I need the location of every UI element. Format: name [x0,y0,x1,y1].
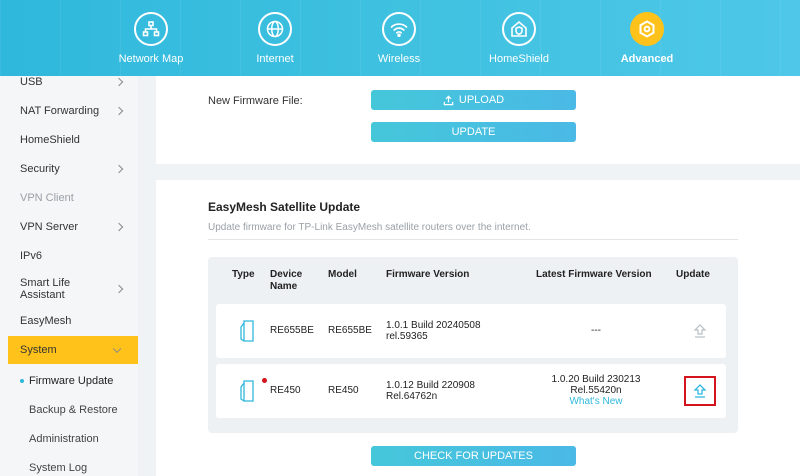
latest-firmware-line2: Rel.55420n [570,385,622,396]
nav-wireless[interactable]: Wireless [354,12,444,65]
easymesh-update-card: EasyMesh Satellite Update Update firmwar… [156,180,800,476]
network-map-icon [134,12,168,46]
sidebar-item-label: System [20,344,57,356]
device-name-cell: RE655BE [270,325,314,336]
sidebar-item-ipv6[interactable]: IPv6 [0,242,138,270]
sidebar-item-homeshield[interactable]: HomeShield [0,126,138,154]
sidebar-item-label: HomeShield [20,134,80,146]
firmware-version-line1: 1.0.1 Build 20240508 [386,320,481,331]
nav-internet[interactable]: Internet [230,12,320,65]
sidebar-subitem-firmware-update[interactable]: Firmware Update [0,367,138,395]
sidebar-item-label: Smart Life Assistant [20,277,71,301]
firmware-version-line2: Rel.64762n [386,391,438,402]
check-for-updates-button[interactable]: CHECK FOR UPDATES [371,446,576,466]
sidebar-item-system[interactable]: System [8,336,138,364]
range-extender-icon [240,380,254,402]
nav-label: Wireless [377,53,421,65]
column-header-latest-firmware-version: Latest Firmware Version [536,269,652,280]
latest-firmware-cell: --- [591,325,601,336]
chevron-right-icon [114,77,124,87]
column-header-device-name: Device Name [270,269,303,292]
nav-label: HomeShield [489,53,549,65]
sidebar-item-label: VPN Client [20,192,74,204]
section-title: EasyMesh Satellite Update [208,200,361,214]
globe-icon [258,12,292,46]
check-for-updates-label: CHECK FOR UPDATES [414,450,533,462]
section-description: Update firmware for TP-Link EasyMesh sat… [208,222,531,233]
firmware-version-line1: 1.0.12 Build 220908 [386,380,475,391]
upload-button-label: UPLOAD [458,94,505,106]
nav-label: Advanced [620,53,674,65]
column-header-model: Model [328,269,357,280]
sidebar-subitem-administration[interactable]: Administration [0,425,138,453]
column-header-type: Type [232,269,255,280]
sidebar-subitem-label: Backup & Restore [29,404,118,416]
sidebar-subitem-label: Administration [29,433,99,445]
column-header-update: Update [676,269,710,280]
nav-label: Internet [256,53,294,65]
update-available-dot [262,378,267,383]
sidebar-item-label: IPv6 [20,250,43,262]
nav-homeshield[interactable]: HomeShield [474,12,564,65]
sidebar-item-vpn-client[interactable]: VPN Client [0,184,138,212]
sidebar-item-label: Security [20,163,60,175]
sidebar-item-easymesh[interactable]: EasyMesh [0,307,138,335]
wifi-icon [382,12,416,46]
local-firmware-card: New Firmware File: UPLOAD UPDATE [156,76,800,164]
sidebar-subitem-label: System Log [29,462,88,474]
table-row: RE655BE RE655BE 1.0.1 Build 20240508 rel… [216,304,726,358]
sidebar-subitem-label: Firmware Update [29,375,114,387]
sidebar-item-vpn-server[interactable]: VPN Server [0,213,138,241]
whats-new-link[interactable]: What's New [536,396,656,407]
sidebar-item-label: USB [20,76,43,88]
sidebar-item-nat-forwarding[interactable]: NAT Forwarding [0,97,138,125]
update-button[interactable]: UPDATE [371,122,576,142]
upload-icon [693,384,707,398]
divider [208,239,738,240]
sidebar: USB NAT Forwarding HomeShield Security V… [0,76,138,476]
chevron-right-icon [114,164,124,174]
sidebar-subitem-backup-restore[interactable]: Backup & Restore [0,396,138,424]
sidebar-item-label: EasyMesh [20,315,72,327]
firmware-version-line2: rel.59365 [386,331,428,342]
satellite-table: Type Device Name Model Firmware Version … [208,257,738,433]
upload-button[interactable]: UPLOAD [371,90,576,110]
sidebar-item-smart-life-assistant[interactable]: Smart Life Assistant [0,273,138,305]
nav-network-map[interactable]: Network Map [106,12,196,65]
table-row: RE450 RE450 1.0.12 Build 220908 Rel.6476… [216,364,726,418]
gear-icon [630,12,664,46]
nav-advanced[interactable]: Advanced [602,12,692,65]
sidebar-item-security[interactable]: Security [0,155,138,183]
model-cell: RE655BE [328,325,372,336]
update-button-highlight[interactable] [684,376,716,406]
nav-label: Network Map [118,53,184,65]
chevron-right-icon [114,222,124,232]
upload-icon [693,324,707,338]
sidebar-item-usb[interactable]: USB [0,68,138,96]
sidebar-subitem-system-log[interactable]: System Log [0,454,138,476]
device-name-cell: RE450 [270,385,301,396]
upload-icon [443,95,454,105]
top-navigation: Network Map Internet Wireless HomeShield [0,0,800,76]
column-header-firmware-version: Firmware Version [386,269,470,280]
homeshield-icon [502,12,536,46]
chevron-right-icon [114,284,124,294]
chevron-right-icon [114,106,124,116]
model-cell: RE450 [328,385,359,396]
chevron-down-icon [112,344,122,354]
sidebar-item-label: NAT Forwarding [20,105,100,117]
latest-firmware-line1: 1.0.20 Build 230213 [551,374,641,385]
update-button-label: UPDATE [451,126,496,138]
new-firmware-file-label: New Firmware File: [208,95,303,107]
active-dot-icon [20,379,24,383]
range-extender-icon [240,320,254,342]
sidebar-item-label: VPN Server [20,221,79,233]
